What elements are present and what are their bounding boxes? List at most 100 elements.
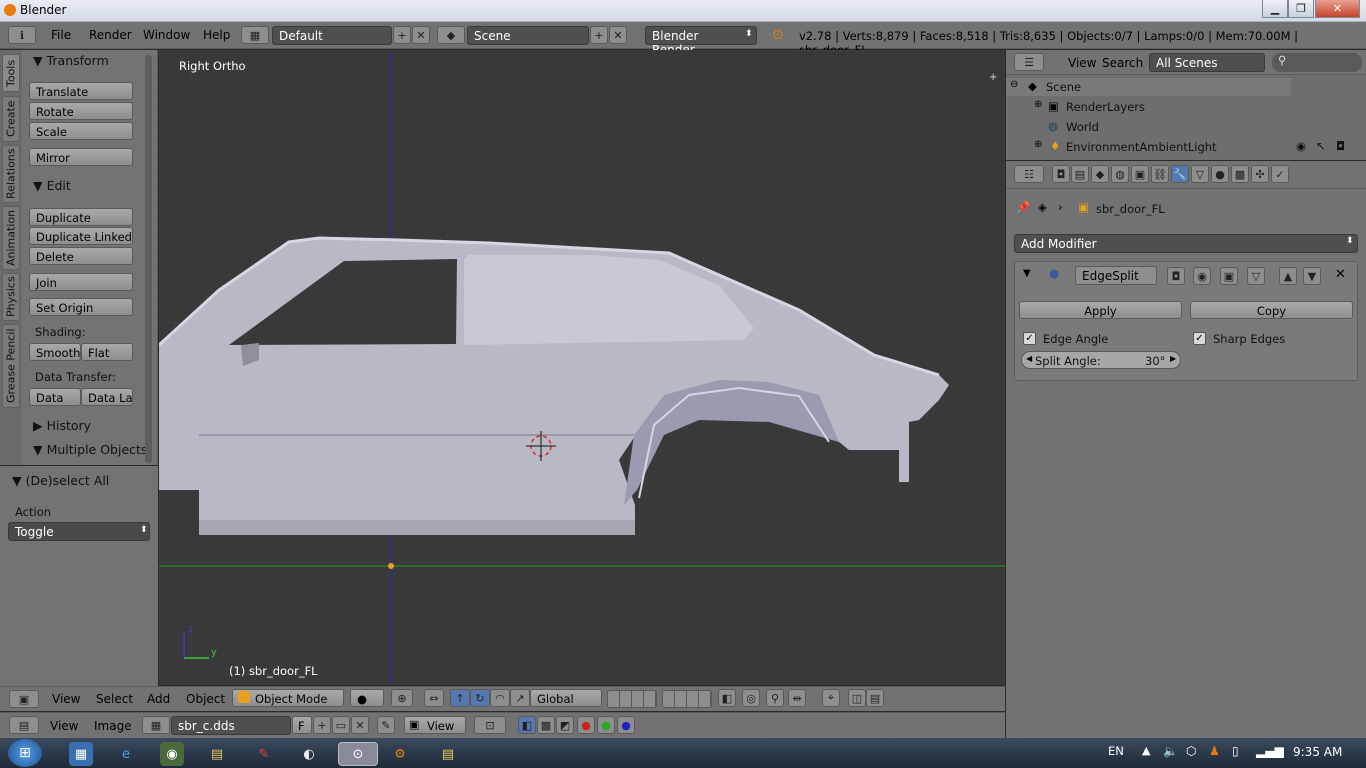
tab-animation[interactable]: Animation bbox=[2, 206, 20, 270]
add-region-icon[interactable]: + bbox=[989, 72, 997, 83]
menu-select[interactable]: Select bbox=[96, 692, 133, 706]
outliner-filter-select[interactable]: All Scenes bbox=[1149, 53, 1265, 72]
mirror-button[interactable]: Mirror bbox=[29, 148, 133, 166]
editor-type-image-icon[interactable]: ▤ bbox=[9, 716, 39, 734]
layout-field[interactable]: Default bbox=[272, 26, 392, 45]
show-hidden-icons-icon[interactable]: ▲ bbox=[1142, 744, 1150, 757]
transform-panel-header[interactable]: ▼ Transform bbox=[33, 53, 109, 68]
edge-angle-checkbox[interactable]: ✓ bbox=[1023, 332, 1036, 345]
maximize-button[interactable]: ❐ bbox=[1288, 0, 1314, 18]
move-down-icon[interactable]: ▼ bbox=[1303, 267, 1321, 285]
outliner-search-input[interactable]: ⚲ bbox=[1272, 53, 1362, 72]
tab-grease-pencil[interactable]: Grease Pencil bbox=[2, 324, 20, 408]
fake-user-button[interactable]: F bbox=[292, 716, 312, 734]
constraints-tab-icon[interactable]: ⛓ bbox=[1151, 165, 1169, 183]
editor-type-info-icon[interactable]: ℹ bbox=[8, 26, 36, 44]
close-button[interactable]: ✕ bbox=[1315, 0, 1360, 18]
tool-shelf-scrollbar[interactable] bbox=[145, 55, 152, 463]
blue-channel-icon[interactable]: ● bbox=[617, 716, 635, 734]
texture-tab-icon[interactable]: ▩ bbox=[1231, 165, 1249, 183]
modifier-viewport-toggle-icon[interactable]: ◉ bbox=[1193, 267, 1211, 285]
menu-help[interactable]: Help bbox=[203, 28, 230, 42]
pin-icon[interactable]: 📌 bbox=[1016, 200, 1030, 214]
expand-icon[interactable]: ⊕ bbox=[1034, 99, 1042, 110]
apply-button[interactable]: Apply bbox=[1019, 301, 1182, 319]
blender-taskbar-icon[interactable]: ⊙ bbox=[338, 742, 378, 766]
pin-image-icon[interactable]: ✎ bbox=[377, 716, 395, 734]
unlink-image-icon[interactable]: ✕ bbox=[351, 716, 369, 734]
editor-type-properties-icon[interactable]: ☷ bbox=[1014, 165, 1044, 183]
data-transfer-button[interactable]: Data bbox=[29, 388, 81, 406]
chrome-taskbar-icon[interactable]: ◉ bbox=[160, 742, 184, 766]
draw-rgb-icon[interactable]: ◧ bbox=[518, 716, 536, 734]
input-language[interactable]: EN bbox=[1108, 744, 1124, 758]
operator-panel-header[interactable]: ▼ (De)select All bbox=[12, 473, 109, 488]
remove-layout-icon[interactable]: ✕ bbox=[412, 26, 430, 44]
volume-icon[interactable]: 🔈 bbox=[1163, 744, 1178, 758]
manipulator-toggle-icon[interactable]: ⇔ bbox=[424, 689, 444, 707]
translate-manipulator-icon[interactable]: ↑ bbox=[450, 689, 470, 707]
snap-toggle-icon[interactable]: ⚲ bbox=[766, 689, 784, 707]
rotate-manipulator-icon[interactable]: ↻ bbox=[470, 689, 490, 707]
smooth-button[interactable]: Smooth bbox=[29, 343, 81, 361]
join-button[interactable]: Join bbox=[29, 273, 133, 291]
set-origin-select[interactable]: Set Origin bbox=[29, 298, 133, 316]
visibility-eye-icon[interactable]: ◉ bbox=[1296, 139, 1306, 153]
add-scene-icon[interactable]: + bbox=[590, 26, 608, 44]
outliner-row-renderlayers[interactable]: ⊕ ▣ RenderLayers bbox=[1006, 98, 1291, 116]
menu-image[interactable]: Image bbox=[94, 719, 132, 733]
remove-scene-icon[interactable]: ✕ bbox=[609, 26, 627, 44]
menu-image-view[interactable]: View bbox=[50, 719, 78, 733]
manipulator-orientation-icon[interactable]: ↗ bbox=[510, 689, 530, 707]
screen-layout-icon[interactable]: ▦ bbox=[241, 26, 269, 44]
collapse-modifier-icon[interactable]: ▼ bbox=[1023, 268, 1031, 279]
editor-type-outliner-icon[interactable]: ☰ bbox=[1014, 53, 1044, 71]
split-angle-field[interactable]: ◀ Split Angle: 30° ▶ bbox=[1021, 351, 1181, 369]
menu-add[interactable]: Add bbox=[147, 692, 170, 706]
image-name-field[interactable]: sbr_c.dds bbox=[171, 716, 291, 735]
outliner-menu-view[interactable]: View bbox=[1068, 56, 1096, 70]
pivot-select-icon[interactable]: ⊡ bbox=[474, 716, 506, 734]
data-layout-button[interactable]: Data La bbox=[81, 388, 133, 406]
tab-relations[interactable]: Relations bbox=[2, 145, 20, 203]
decrement-arrow-icon[interactable]: ◀ bbox=[1026, 354, 1032, 363]
snap-element-icon[interactable]: ⇹ bbox=[788, 689, 806, 707]
scale-manipulator-icon[interactable]: ◠ bbox=[490, 689, 510, 707]
delete-button[interactable]: Delete bbox=[29, 247, 133, 265]
translate-button[interactable]: Translate bbox=[29, 82, 133, 100]
outliner-row-world[interactable]: ◍ World bbox=[1006, 118, 1291, 136]
image-view-select[interactable]: ▣ View bbox=[404, 716, 466, 734]
scene-tab-icon[interactable]: ◆ bbox=[1091, 165, 1109, 183]
scene-icon[interactable]: ◆ bbox=[437, 26, 465, 44]
modifier-editmode-toggle-icon[interactable]: ▣ bbox=[1220, 267, 1238, 285]
particles-tab-icon[interactable]: ✣ bbox=[1251, 165, 1269, 183]
layer-buttons-2[interactable] bbox=[662, 690, 712, 708]
dropbox-icon[interactable]: ⬡ bbox=[1186, 744, 1196, 758]
flat-button[interactable]: Flat bbox=[81, 343, 133, 361]
proportional-edit-icon[interactable]: ◎ bbox=[742, 689, 760, 707]
new-image-icon[interactable]: + bbox=[313, 716, 331, 734]
render-animation-icon[interactable]: ▤ bbox=[866, 689, 884, 707]
tab-tools[interactable]: Tools bbox=[2, 54, 20, 92]
increment-arrow-icon[interactable]: ▶ bbox=[1170, 354, 1176, 363]
add-modifier-select[interactable]: Add Modifier bbox=[1014, 234, 1358, 253]
editor-type-3dview-icon[interactable]: ▣ bbox=[9, 690, 39, 708]
internet-explorer-taskbar-icon[interactable]: e bbox=[114, 742, 138, 766]
menu-window[interactable]: Window bbox=[143, 28, 190, 42]
network-signal-icon[interactable]: ▂▄▆ bbox=[1256, 744, 1284, 758]
render-engine-select[interactable]: Blender Render bbox=[645, 26, 757, 57]
render-layers-tab-icon[interactable]: ▤ bbox=[1071, 165, 1089, 183]
viewport-shading-select[interactable]: ● bbox=[350, 689, 384, 707]
draw-z-icon[interactable]: ◩ bbox=[556, 716, 574, 734]
calculator-taskbar-icon[interactable]: ▦ bbox=[69, 742, 93, 766]
tab-create[interactable]: Create bbox=[2, 96, 20, 142]
world-tab-icon[interactable]: ◍ bbox=[1111, 165, 1129, 183]
multiple-objects-panel-header[interactable]: ▼ Multiple Objects bbox=[33, 442, 147, 457]
add-layout-icon[interactable]: + bbox=[393, 26, 411, 44]
modifier-cage-toggle-icon[interactable]: ▽ bbox=[1247, 267, 1265, 285]
minimize-button[interactable]: ▁ bbox=[1262, 0, 1288, 18]
menu-view[interactable]: View bbox=[52, 692, 80, 706]
draw-alpha-icon[interactable]: ▩ bbox=[537, 716, 555, 734]
open-image-icon[interactable]: ▭ bbox=[332, 716, 350, 734]
move-up-icon[interactable]: ▲ bbox=[1279, 267, 1297, 285]
